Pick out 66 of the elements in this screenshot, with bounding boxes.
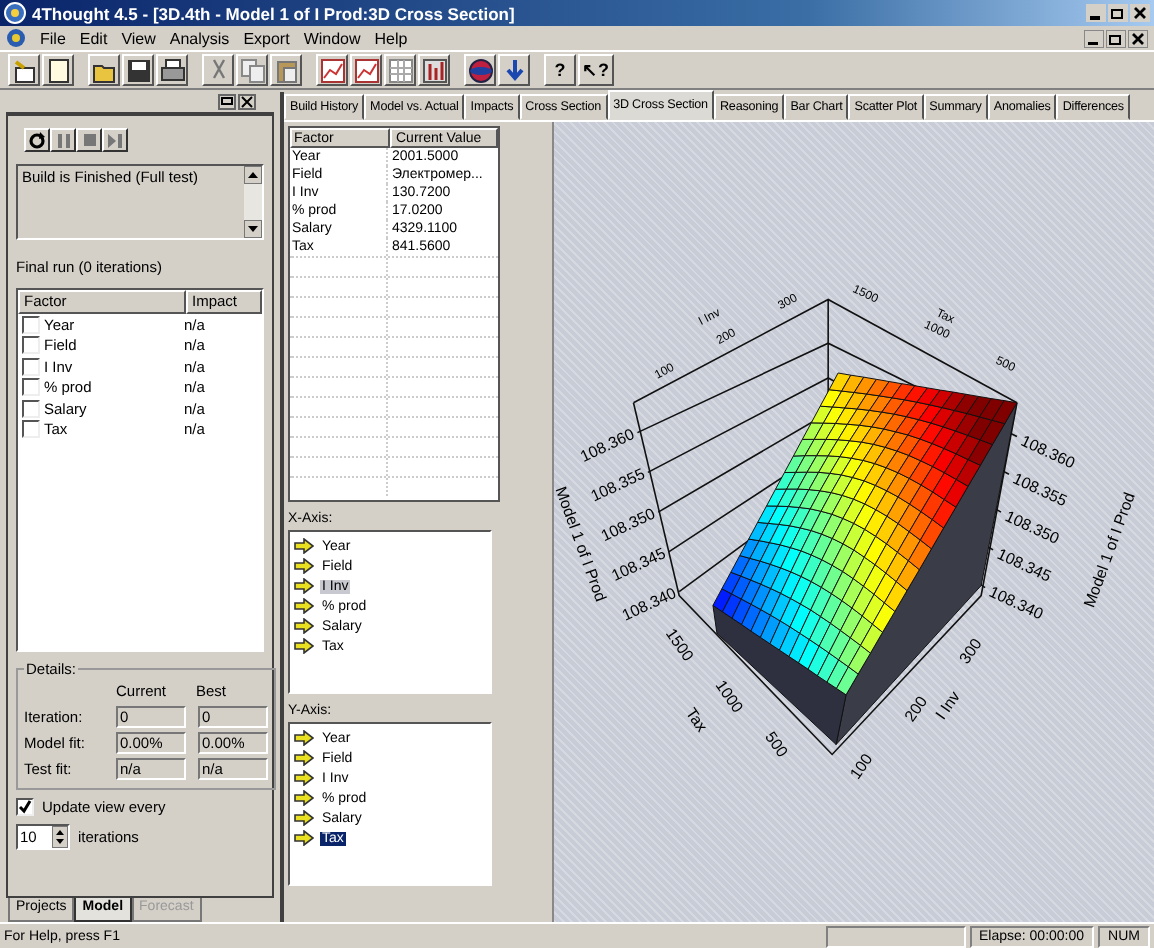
menu-item[interactable]: View bbox=[121, 29, 156, 47]
paste-button[interactable] bbox=[270, 54, 302, 86]
checkbox[interactable] bbox=[22, 357, 40, 376]
checkbox[interactable] bbox=[22, 399, 40, 418]
copy-icon bbox=[239, 57, 265, 83]
menu-item[interactable]: Export bbox=[243, 29, 290, 47]
down-icon bbox=[501, 57, 527, 83]
print-button[interactable] bbox=[156, 54, 188, 86]
globe-button[interactable] bbox=[464, 54, 496, 86]
checkbox[interactable] bbox=[22, 378, 40, 397]
new-button[interactable] bbox=[42, 54, 74, 86]
new-icon bbox=[45, 57, 71, 83]
close-icon[interactable] bbox=[1128, 29, 1148, 47]
restore-icon[interactable] bbox=[1108, 4, 1128, 22]
minimize-icon[interactable] bbox=[1086, 4, 1106, 22]
checkbox[interactable] bbox=[22, 336, 40, 355]
save-icon bbox=[125, 57, 151, 83]
checkbox[interactable] bbox=[22, 420, 40, 439]
wizard-icon bbox=[11, 57, 37, 83]
menu-item[interactable]: File bbox=[40, 29, 66, 47]
wizard-button[interactable] bbox=[8, 54, 40, 86]
print-icon bbox=[159, 57, 185, 83]
stop-icon bbox=[83, 134, 95, 146]
cut-button[interactable] bbox=[202, 54, 234, 86]
globe-icon bbox=[467, 57, 493, 83]
chart-button[interactable] bbox=[316, 54, 348, 86]
restore-icon[interactable] bbox=[1106, 29, 1126, 47]
spin-arrows-icon[interactable] bbox=[52, 826, 68, 848]
window-title: 4Thought 4.5 - [3D.4th - Model 1 of I Prod:3D Cross Section] bbox=[32, 3, 515, 23]
pause-icon bbox=[57, 133, 69, 147]
open-button[interactable] bbox=[88, 54, 120, 86]
refresh-icon bbox=[28, 131, 46, 149]
chart-button[interactable] bbox=[350, 54, 382, 86]
table-button[interactable] bbox=[418, 54, 450, 86]
grid-icon bbox=[387, 57, 413, 83]
save-button[interactable] bbox=[122, 54, 154, 86]
scrollbar[interactable] bbox=[244, 166, 262, 238]
grid-button[interactable] bbox=[384, 54, 416, 86]
copy-button[interactable] bbox=[236, 54, 268, 86]
pause-button[interactable] bbox=[50, 128, 76, 152]
run-button[interactable] bbox=[24, 128, 50, 152]
document-icon bbox=[6, 28, 26, 48]
scroll-down-icon[interactable] bbox=[244, 220, 262, 238]
help-button[interactable]: ? bbox=[544, 54, 576, 86]
chart-icon bbox=[319, 57, 345, 83]
menu-item[interactable]: Analysis bbox=[169, 29, 230, 47]
paste-icon bbox=[273, 57, 299, 83]
menu-item[interactable]: Help bbox=[374, 29, 408, 47]
close-icon[interactable] bbox=[1130, 4, 1150, 22]
stop-button[interactable] bbox=[76, 128, 102, 152]
close-icon[interactable] bbox=[238, 94, 256, 110]
step-button[interactable] bbox=[102, 128, 128, 152]
chart-icon bbox=[353, 57, 379, 83]
down-button[interactable] bbox=[498, 54, 530, 86]
table-icon bbox=[421, 57, 447, 83]
checkbox[interactable] bbox=[16, 798, 34, 816]
dock-icon[interactable] bbox=[218, 94, 236, 110]
help-button[interactable]: ↖? bbox=[578, 54, 613, 86]
app-icon bbox=[4, 2, 26, 24]
menu-item[interactable]: Window bbox=[303, 29, 361, 47]
menu-item[interactable]: Edit bbox=[79, 29, 108, 47]
checkbox[interactable] bbox=[22, 315, 40, 334]
step-icon bbox=[108, 133, 122, 147]
minimize-icon[interactable] bbox=[1084, 29, 1104, 47]
scroll-up-icon[interactable] bbox=[244, 166, 262, 184]
status-pane bbox=[825, 925, 965, 947]
